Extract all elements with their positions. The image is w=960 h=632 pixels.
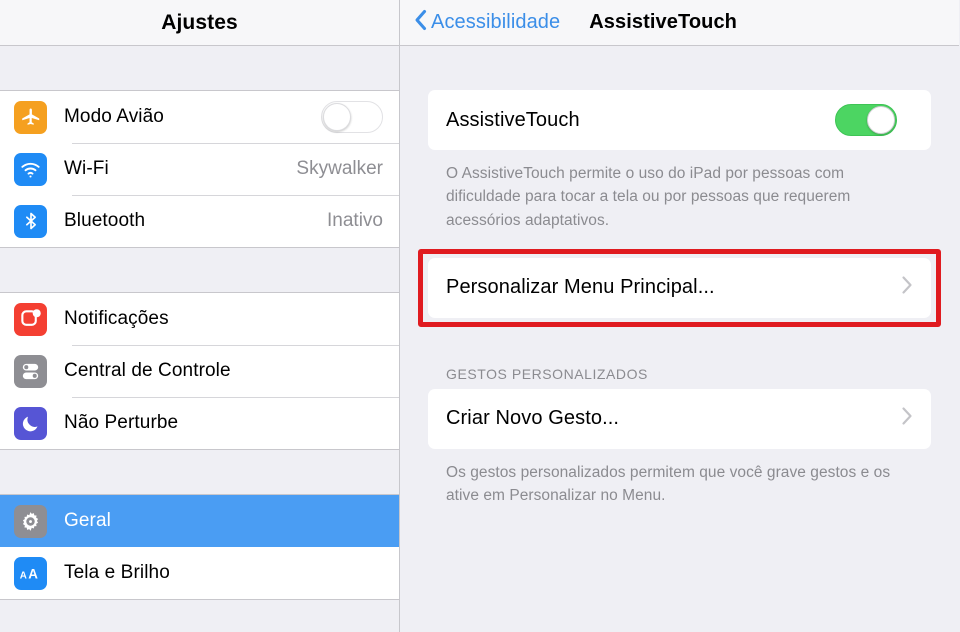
sidebar-group-notifications: Notificações Central de Controle Não Per… <box>0 292 399 450</box>
wifi-icon <box>14 152 47 186</box>
sidebar-item-bluetooth[interactable]: Bluetooth Inativo <box>0 195 399 247</box>
sidebar-item-label: Notificações <box>64 308 169 329</box>
sidebar-item-label: Wi-Fi <box>64 158 109 179</box>
moon-icon <box>14 406 47 440</box>
bluetooth-status-value: Inativo <box>327 210 383 231</box>
create-new-gesture-row[interactable]: Criar Novo Gesto... <box>428 389 931 449</box>
chevron-right-icon <box>901 275 913 300</box>
bluetooth-icon <box>14 204 47 238</box>
sidebar-item-wifi[interactable]: Wi-Fi Skywalker <box>0 143 399 195</box>
customize-menu-highlight-wrap: Personalizar Menu Principal... <box>418 248 941 327</box>
gestures-footnote: Os gestos personalizados permitem que vo… <box>446 463 891 504</box>
assistivetouch-toggle[interactable] <box>835 104 897 136</box>
ipad-settings-screen: Ajustes Modo Avião Wi-Fi Skywalker Bluet… <box>0 0 960 632</box>
gestures-card: Criar Novo Gesto... <box>428 388 931 449</box>
sidebar-group-connectivity: Modo Avião Wi-Fi Skywalker Bluetooth Ina… <box>0 90 399 248</box>
detail-pane: Acessibilidade AssistiveTouch AssistiveT… <box>400 0 959 632</box>
airplane-mode-toggle[interactable] <box>321 101 383 133</box>
sidebar-item-label: Geral <box>64 510 111 531</box>
sidebar-item-central-de-controle[interactable]: Central de Controle <box>0 345 399 397</box>
chevron-left-icon <box>414 9 427 36</box>
sidebar-group-general: Geral A A Tela e Brilho <box>0 494 399 600</box>
chevron-right-icon <box>901 406 913 431</box>
sidebar-item-modo-aviao[interactable]: Modo Avião <box>0 91 399 143</box>
detail-body: AssistiveTouch O AssistiveTouch permite … <box>400 46 959 507</box>
settings-sidebar: Ajustes Modo Avião Wi-Fi Skywalker Bluet… <box>0 0 400 632</box>
customize-main-menu-label: Personalizar Menu Principal... <box>446 276 715 299</box>
sidebar-item-label: Não Perturbe <box>64 412 179 433</box>
svg-text:A: A <box>28 566 38 581</box>
detail-spacer-top <box>428 46 931 90</box>
toggle-knob <box>323 103 351 131</box>
customize-menu-card: Personalizar Menu Principal... <box>428 257 931 318</box>
spacer-before-customize <box>428 232 931 258</box>
customize-main-menu-row[interactable]: Personalizar Menu Principal... <box>428 258 931 318</box>
sidebar-title: Ajustes <box>161 10 238 34</box>
airplane-icon <box>14 100 47 134</box>
assistivetouch-card: AssistiveTouch <box>428 90 931 150</box>
gear-icon <box>14 504 47 538</box>
sidebar-spacer-top <box>0 46 399 90</box>
control-center-icon <box>14 354 47 388</box>
sidebar-item-label: Modo Avião <box>64 106 164 127</box>
sidebar-item-geral[interactable]: Geral <box>0 495 399 547</box>
toggle-knob <box>867 106 895 134</box>
back-button-label: Acessibilidade <box>431 11 561 33</box>
assistivetouch-label: AssistiveTouch <box>446 108 580 131</box>
sidebar-item-nao-perturbe[interactable]: Não Perturbe <box>0 397 399 449</box>
back-button[interactable]: Acessibilidade <box>414 9 560 36</box>
detail-title: AssistiveTouch <box>589 11 738 33</box>
sidebar-item-label: Central de Controle <box>64 360 231 381</box>
sidebar-item-label: Tela e Brilho <box>64 562 170 583</box>
detail-header: Acessibilidade AssistiveTouch <box>400 0 959 46</box>
sidebar-item-notificacoes[interactable]: Notificações <box>0 293 399 345</box>
sidebar-spacer-2 <box>0 450 399 494</box>
sidebar-item-label: Bluetooth <box>64 210 146 231</box>
display-brightness-icon: A A <box>14 556 47 590</box>
notifications-icon <box>14 302 47 336</box>
svg-text:A: A <box>20 570 27 581</box>
assistivetouch-row[interactable]: AssistiveTouch <box>428 90 931 150</box>
wifi-network-value: Skywalker <box>296 158 383 179</box>
sidebar-header: Ajustes <box>0 0 399 46</box>
gestures-section-label: GESTOS PERSONALIZADOS <box>446 365 648 382</box>
create-new-gesture-label: Criar Novo Gesto... <box>446 407 620 430</box>
sidebar-spacer-1 <box>0 248 399 292</box>
sidebar-item-tela-e-brilho[interactable]: A A Tela e Brilho <box>0 547 399 599</box>
spacer-before-gestures <box>428 318 931 366</box>
assistivetouch-footnote: O AssistiveTouch permite o uso do iPad p… <box>446 165 851 229</box>
